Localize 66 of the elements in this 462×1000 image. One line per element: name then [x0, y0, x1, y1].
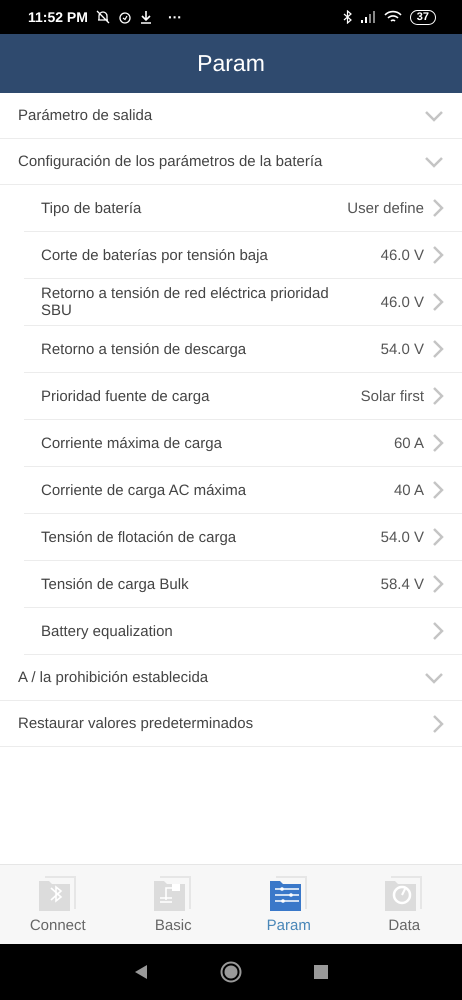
- setting-value: Solar first: [360, 388, 424, 404]
- section-label: Configuración de los parámetros de la batería: [18, 153, 324, 170]
- setting-row[interactable]: Corriente de carga AC máxima 40 A: [24, 467, 462, 514]
- setting-label: Battery equalization: [41, 622, 174, 642]
- back-icon[interactable]: [134, 964, 148, 980]
- setting-label: Tensión de flotación de carga: [41, 528, 238, 548]
- bluetooth-icon: [342, 10, 352, 24]
- section-label: Parámetro de salida: [18, 107, 154, 124]
- section-row[interactable]: A / la prohibición establecida: [0, 655, 462, 701]
- status-time: 11:52 PM: [28, 9, 88, 25]
- setting-row[interactable]: Prioridad fuente de carga Solar first: [24, 373, 462, 420]
- chevron-right-icon: [432, 245, 444, 265]
- setting-label: Corriente máxima de carga: [41, 434, 223, 454]
- chevron-right-icon: [432, 480, 444, 500]
- setting-row[interactable]: Tipo de batería User define: [24, 185, 462, 232]
- setting-value: 40 A: [394, 482, 424, 498]
- setting-label: Retorno a tensión de red eléctrica prioridad SBU: [41, 284, 330, 321]
- chevron-right-icon: [432, 292, 444, 312]
- setting-value: 60 A: [394, 434, 424, 452]
- setting-row[interactable]: Tensión de carga Bulk 58.4 V: [24, 561, 462, 608]
- section-row[interactable]: Parámetro de salida: [0, 93, 462, 139]
- setting-value: 58.4 V: [380, 576, 424, 592]
- setting-value: User define: [347, 200, 424, 216]
- chevron-right-icon: [432, 574, 444, 594]
- setting-label: Corriente de carga AC máxima: [41, 480, 248, 500]
- chevron-right-icon: [432, 198, 444, 218]
- setting-row[interactable]: Battery equalization: [24, 608, 462, 655]
- setting-label: Tensión de carga Bulk: [41, 574, 190, 594]
- home-icon[interactable]: [220, 961, 242, 983]
- setting-value: 46.0 V: [380, 294, 424, 310]
- section-row[interactable]: Configuración de los parámetros de la batería: [0, 139, 462, 185]
- nav-tab[interactable]: Connect: [0, 865, 116, 944]
- page-title: Param: [197, 50, 265, 77]
- setting-value: 54.0 V: [380, 340, 424, 358]
- chevron-right-icon: [432, 714, 444, 734]
- chevron-right-icon: [432, 386, 444, 406]
- nav-tab[interactable]: Basic: [116, 865, 231, 944]
- more-dots: ···: [168, 9, 182, 25]
- wifi-icon: [384, 10, 402, 24]
- bell-off-icon: [96, 10, 110, 24]
- chevron-down-icon: [424, 156, 444, 168]
- section-row[interactable]: Restaurar valores predeterminados: [0, 701, 462, 747]
- signal-icon: [360, 11, 376, 23]
- chevron-right-icon: [432, 339, 444, 359]
- setting-row[interactable]: Corte de baterías por tensión baja 46.0 V: [24, 232, 462, 279]
- section-label: Restaurar valores predeterminados: [18, 715, 254, 732]
- chevron-right-icon: [432, 433, 444, 453]
- setting-label: Tipo de batería: [41, 198, 142, 218]
- chevron-right-icon: [432, 527, 444, 547]
- setting-value: 54.0 V: [380, 528, 424, 546]
- nav-tab[interactable]: Data: [346, 865, 462, 944]
- setting-row[interactable]: Tensión de flotación de carga 54.0 V: [24, 514, 462, 561]
- chevron-down-icon: [424, 672, 444, 684]
- section-label: A / la prohibición establecida: [18, 669, 210, 686]
- setting-label: Retorno a tensión de descarga: [41, 340, 248, 360]
- download-icon: [140, 10, 152, 24]
- battery-indicator: 37: [410, 10, 436, 24]
- setting-row[interactable]: Corriente máxima de carga 60 A: [24, 420, 462, 467]
- chevron-down-icon: [424, 110, 444, 122]
- nav-tab[interactable]: Param: [231, 865, 346, 944]
- setting-value: 46.0 V: [380, 246, 424, 264]
- setting-row[interactable]: Retorno a tensión de descarga 54.0 V: [24, 326, 462, 373]
- setting-row[interactable]: Retorno a tensión de red eléctrica prioridad SBU 46.0 V: [24, 279, 462, 326]
- chevron-right-icon: [432, 621, 444, 641]
- setting-label: Corte de baterías por tensión baja: [41, 246, 269, 266]
- setting-label: Prioridad fuente de carga: [41, 386, 210, 406]
